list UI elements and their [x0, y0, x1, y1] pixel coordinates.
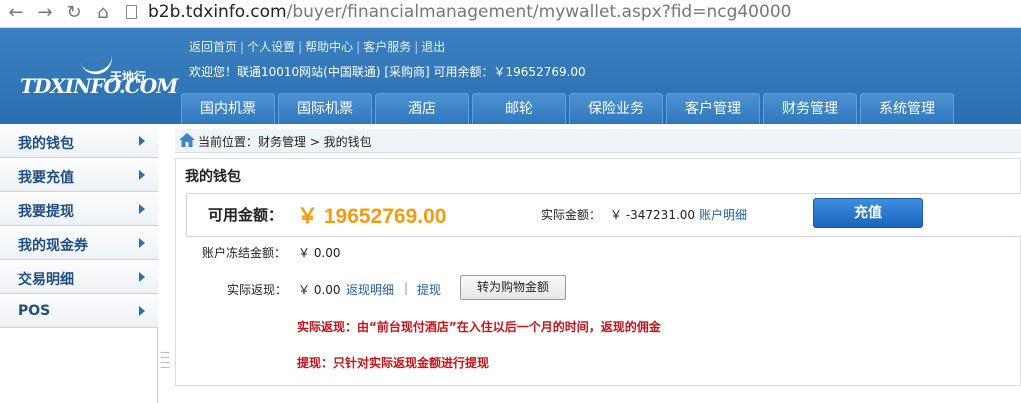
sidebar-item-label: 我要充值	[18, 170, 74, 186]
withdraw-link[interactable]: 提现	[417, 281, 441, 298]
sidebar-item-transactions[interactable]: 交易明细	[0, 260, 158, 294]
balance-box: 可用金额： ￥ 19652769.00 实际金额： ￥ -347231.00 账…	[186, 193, 1021, 237]
account-detail-link[interactable]: 账户明细	[699, 206, 747, 223]
menu-customer[interactable]: 客户管理	[666, 93, 760, 124]
sidebar-item-label: POS	[18, 303, 51, 319]
sidebar-item-label: 我的钱包	[18, 136, 74, 152]
sidebar-item-cash-coupons[interactable]: 我的现金券	[0, 226, 158, 260]
chevron-right-icon	[139, 306, 145, 316]
wallet-panel: 我的钱包 可用金额： ￥ 19652769.00 实际金额： ￥ -347231…	[175, 158, 1021, 386]
menu-international-flights[interactable]: 国际机票	[278, 93, 372, 124]
frozen-amount-label: 账户冻结金额：	[202, 246, 287, 260]
breadcrumb-text: 当前位置：财务管理 > 我的钱包	[198, 135, 372, 149]
separator: |	[414, 40, 419, 54]
rebate-amount-value: ￥ 0.00	[298, 283, 341, 297]
home-icon	[179, 133, 195, 147]
logo-text: TDXINFO.COM	[20, 74, 178, 98]
sidebar-item-recharge[interactable]: 我要充值	[0, 158, 158, 192]
chevron-right-icon	[139, 204, 145, 214]
site-header: TDXINFO.COM 天地行 返回首页 | 个人设置 | 帮助中心 | 客户服务 | 退出 欢…	[0, 28, 1021, 124]
menu-finance[interactable]: 财务管理	[763, 93, 857, 124]
frozen-amount-value: ￥ 0.00	[298, 246, 341, 260]
sidebar-item-label: 交易明细	[18, 272, 74, 288]
rebate-label: 实际返现：	[227, 283, 288, 297]
url-path: /buyer/financialmanagement/mywallet.aspx…	[286, 2, 792, 22]
available-amount: ￥ 19652769.00	[297, 205, 447, 228]
menu-system[interactable]: 系统管理	[860, 93, 954, 124]
breadcrumb: 当前位置：财务管理 > 我的钱包	[175, 129, 1021, 153]
sidebar-item-pos[interactable]: POS	[0, 294, 158, 328]
chevron-right-icon	[139, 136, 145, 146]
separator: |	[356, 40, 361, 54]
withdraw-note: 提现：只针对实际返现金额进行提现	[297, 356, 490, 370]
url-host: b2b.tdxinfo.com	[148, 2, 287, 22]
welcome-text: 欢迎您！联通10010网站(中国联通) [采购商] 可用余额：￥19652769…	[189, 65, 586, 79]
chevron-right-icon	[139, 238, 145, 248]
menu-hotel[interactable]: 酒店	[375, 93, 469, 124]
menu-cruise[interactable]: 邮轮	[472, 93, 566, 124]
chevron-right-icon	[139, 272, 145, 282]
sidebar-item-withdraw[interactable]: 我要提现	[0, 192, 158, 226]
recharge-button[interactable]: 充值	[813, 198, 923, 228]
link-settings[interactable]: 个人设置	[247, 40, 295, 54]
address-bar[interactable]: b2b.tdxinfo.com/buyer/financialmanagemen…	[120, 0, 1021, 26]
actual-amount-value: ￥ -347231.00	[610, 208, 696, 222]
page-title: 我的钱包	[185, 169, 241, 185]
sidebar-splitter-handle[interactable]: — — — —	[160, 348, 170, 373]
logo-cn-text: 天地行	[110, 70, 147, 84]
page-icon	[126, 5, 137, 19]
menu-insurance[interactable]: 保险业务	[569, 93, 663, 124]
site-logo[interactable]: TDXINFO.COM 天地行	[20, 54, 178, 102]
separator: |	[298, 40, 303, 54]
rebate-detail-link[interactable]: 返现明细	[346, 281, 394, 298]
browser-toolbar: ← → ↻ ⌂ b2b.tdxinfo.com/buyer/financialm…	[0, 0, 1021, 28]
top-links: 返回首页 | 个人设置 | 帮助中心 | 客户服务 | 退出	[189, 38, 445, 55]
separator: |	[240, 40, 245, 54]
link-logout[interactable]: 退出	[421, 40, 445, 54]
available-label: 可用金额：	[208, 206, 284, 224]
sidebar-item-my-wallet[interactable]: 我的钱包	[0, 124, 158, 158]
link-separator: |	[404, 281, 409, 295]
rebate-note: 实际返现：由“前台现付酒店”在入住以后一个月的时间，返现的佣金	[297, 320, 661, 334]
chevron-right-icon	[139, 170, 145, 180]
url-text[interactable]: b2b.tdxinfo.com/buyer/financialmanagemen…	[148, 2, 791, 22]
back-icon[interactable]: ←	[4, 2, 28, 24]
link-home[interactable]: 返回首页	[189, 40, 237, 54]
sidebar-item-label: 我要提现	[18, 204, 74, 220]
link-help[interactable]: 帮助中心	[305, 40, 353, 54]
menu-domestic-flights[interactable]: 国内机票	[181, 93, 275, 124]
sidebar: 我的钱包 我要充值 我要提现 我的现金券 交易明细 POS	[0, 124, 158, 403]
actual-amount-label: 实际金额：	[541, 208, 602, 222]
sidebar-item-label: 我的现金券	[18, 238, 88, 254]
reload-icon[interactable]: ↻	[62, 2, 86, 24]
home-icon[interactable]: ⌂	[91, 2, 115, 24]
forward-icon[interactable]: →	[33, 2, 57, 24]
link-service[interactable]: 客户服务	[363, 40, 411, 54]
convert-to-shopping-button[interactable]: 转为购物金额	[460, 275, 566, 300]
